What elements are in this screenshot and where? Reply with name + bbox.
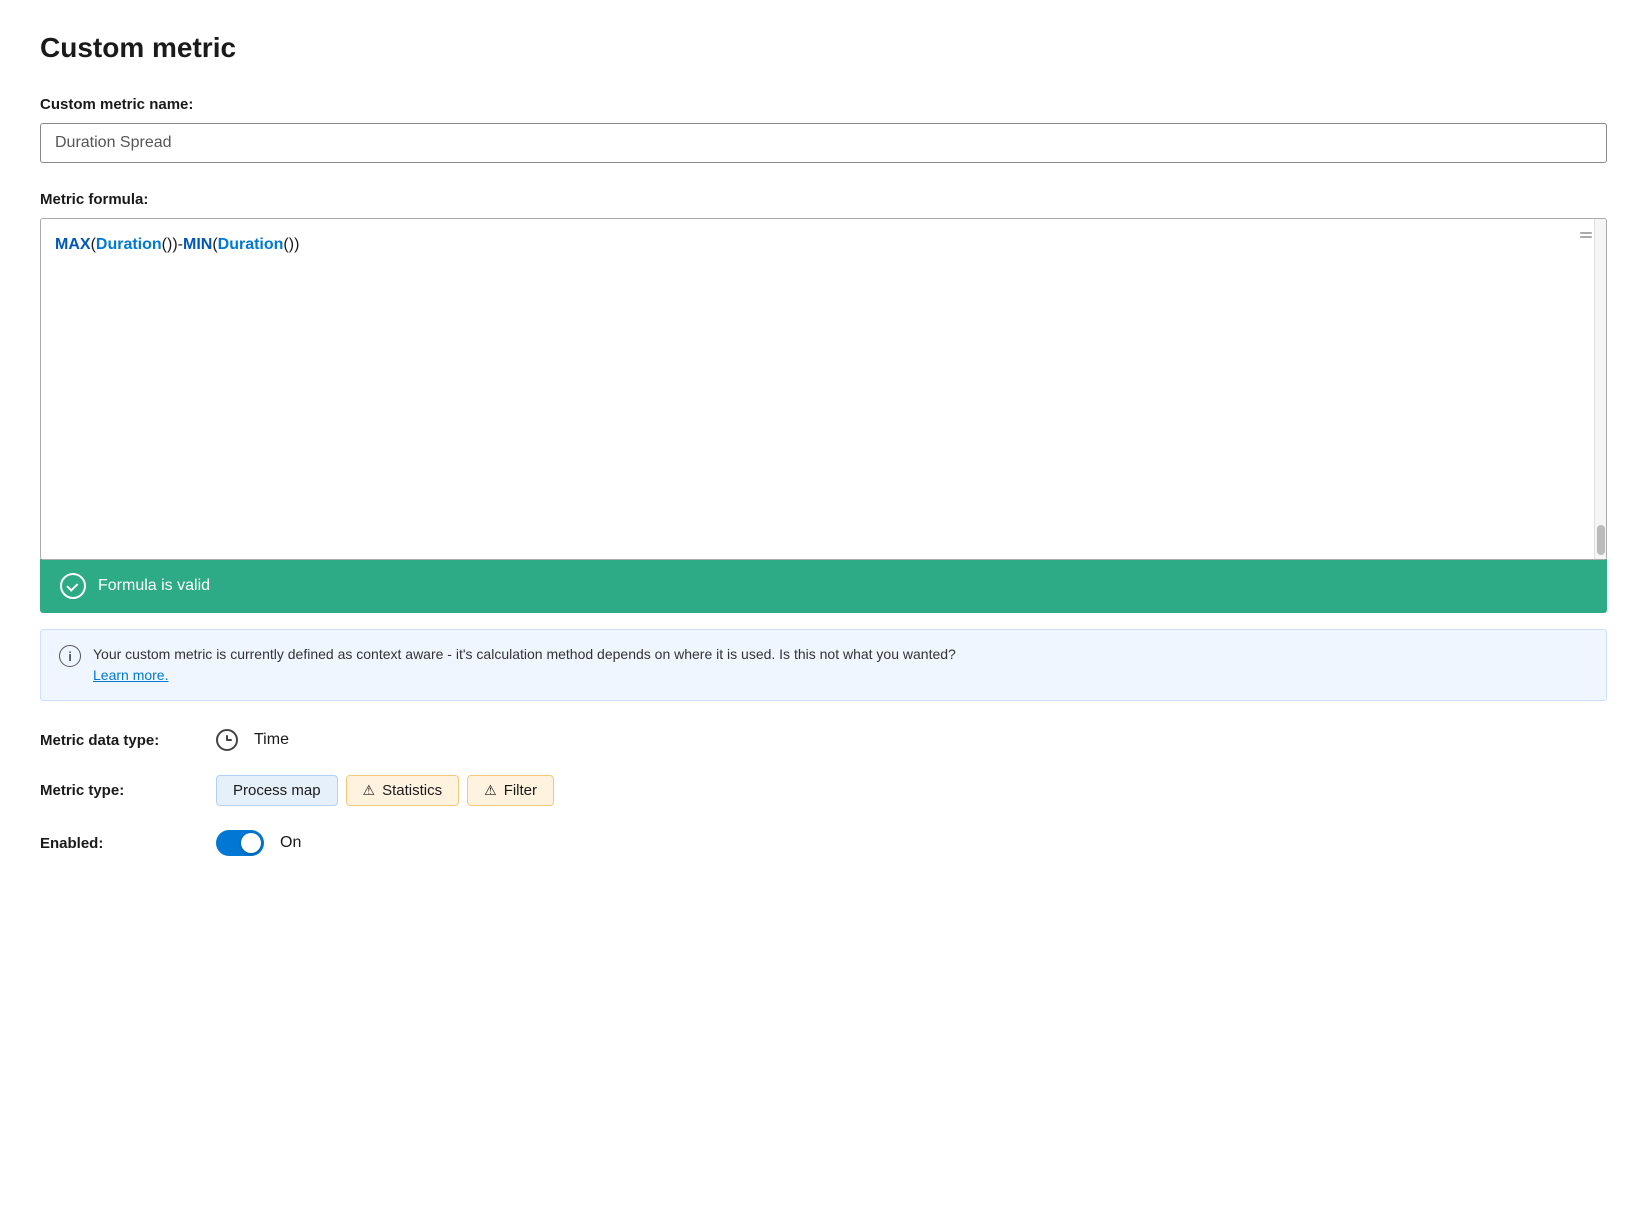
page-title: Custom metric: [40, 32, 1607, 64]
formula-scrollbar-thumb: [1597, 525, 1605, 555]
formula-min-fn: MIN: [183, 236, 212, 253]
enabled-toggle[interactable]: [216, 830, 264, 856]
data-type-row: Metric data type: Time: [40, 729, 1607, 751]
formula-duration2: Duration: [218, 236, 284, 253]
data-type-label: Metric data type:: [40, 732, 200, 749]
chip-filter[interactable]: ⚠ Filter: [467, 775, 554, 806]
enabled-value: On: [280, 834, 301, 852]
chip-statistics-warning-icon: ⚠: [363, 782, 376, 799]
chip-process-map-label: Process map: [233, 782, 321, 799]
formula-field-label: Metric formula:: [40, 191, 1607, 208]
metric-type-label: Metric type:: [40, 782, 200, 799]
chip-statistics-label: Statistics: [382, 782, 442, 799]
learn-more-link[interactable]: Learn more.: [93, 667, 168, 683]
chip-statistics[interactable]: ⚠ Statistics: [346, 775, 460, 806]
enabled-label: Enabled:: [40, 835, 200, 852]
clock-hand-minute: [227, 739, 232, 741]
name-field-label: Custom metric name:: [40, 96, 1607, 113]
metric-name-input[interactable]: [40, 123, 1607, 163]
formula-close1: ())-: [162, 236, 183, 253]
formula-max-fn: MAX: [55, 236, 91, 253]
info-text: Your custom metric is currently defined …: [93, 644, 956, 686]
clock-icon: [216, 729, 238, 751]
info-message: Your custom metric is currently defined …: [93, 646, 956, 662]
info-box: i Your custom metric is currently define…: [40, 629, 1607, 701]
formula-duration1: Duration: [96, 236, 162, 253]
toggle-knob: [241, 833, 261, 853]
metric-type-row: Metric type: Process map ⚠ Statistics ⚠ …: [40, 775, 1607, 806]
data-type-value: Time: [254, 731, 289, 749]
valid-check-icon: [60, 573, 86, 599]
formula-close2: ()): [283, 236, 299, 253]
formula-display[interactable]: MAX(Duration())-MIN(Duration()): [41, 219, 1606, 559]
valid-message: Formula is valid: [98, 577, 210, 595]
chip-filter-warning-icon: ⚠: [484, 782, 497, 799]
info-icon: i: [59, 645, 81, 667]
formula-resize-handle[interactable]: [1578, 227, 1594, 248]
chip-process-map[interactable]: Process map: [216, 775, 338, 806]
metric-type-chips: Process map ⚠ Statistics ⚠ Filter: [216, 775, 554, 806]
formula-scrollbar[interactable]: [1594, 219, 1606, 559]
formula-valid-banner: Formula is valid: [40, 559, 1607, 613]
chip-filter-label: Filter: [504, 782, 537, 799]
enabled-row: Enabled: On: [40, 830, 1607, 856]
formula-editor-wrapper: MAX(Duration())-MIN(Duration()): [40, 218, 1607, 560]
